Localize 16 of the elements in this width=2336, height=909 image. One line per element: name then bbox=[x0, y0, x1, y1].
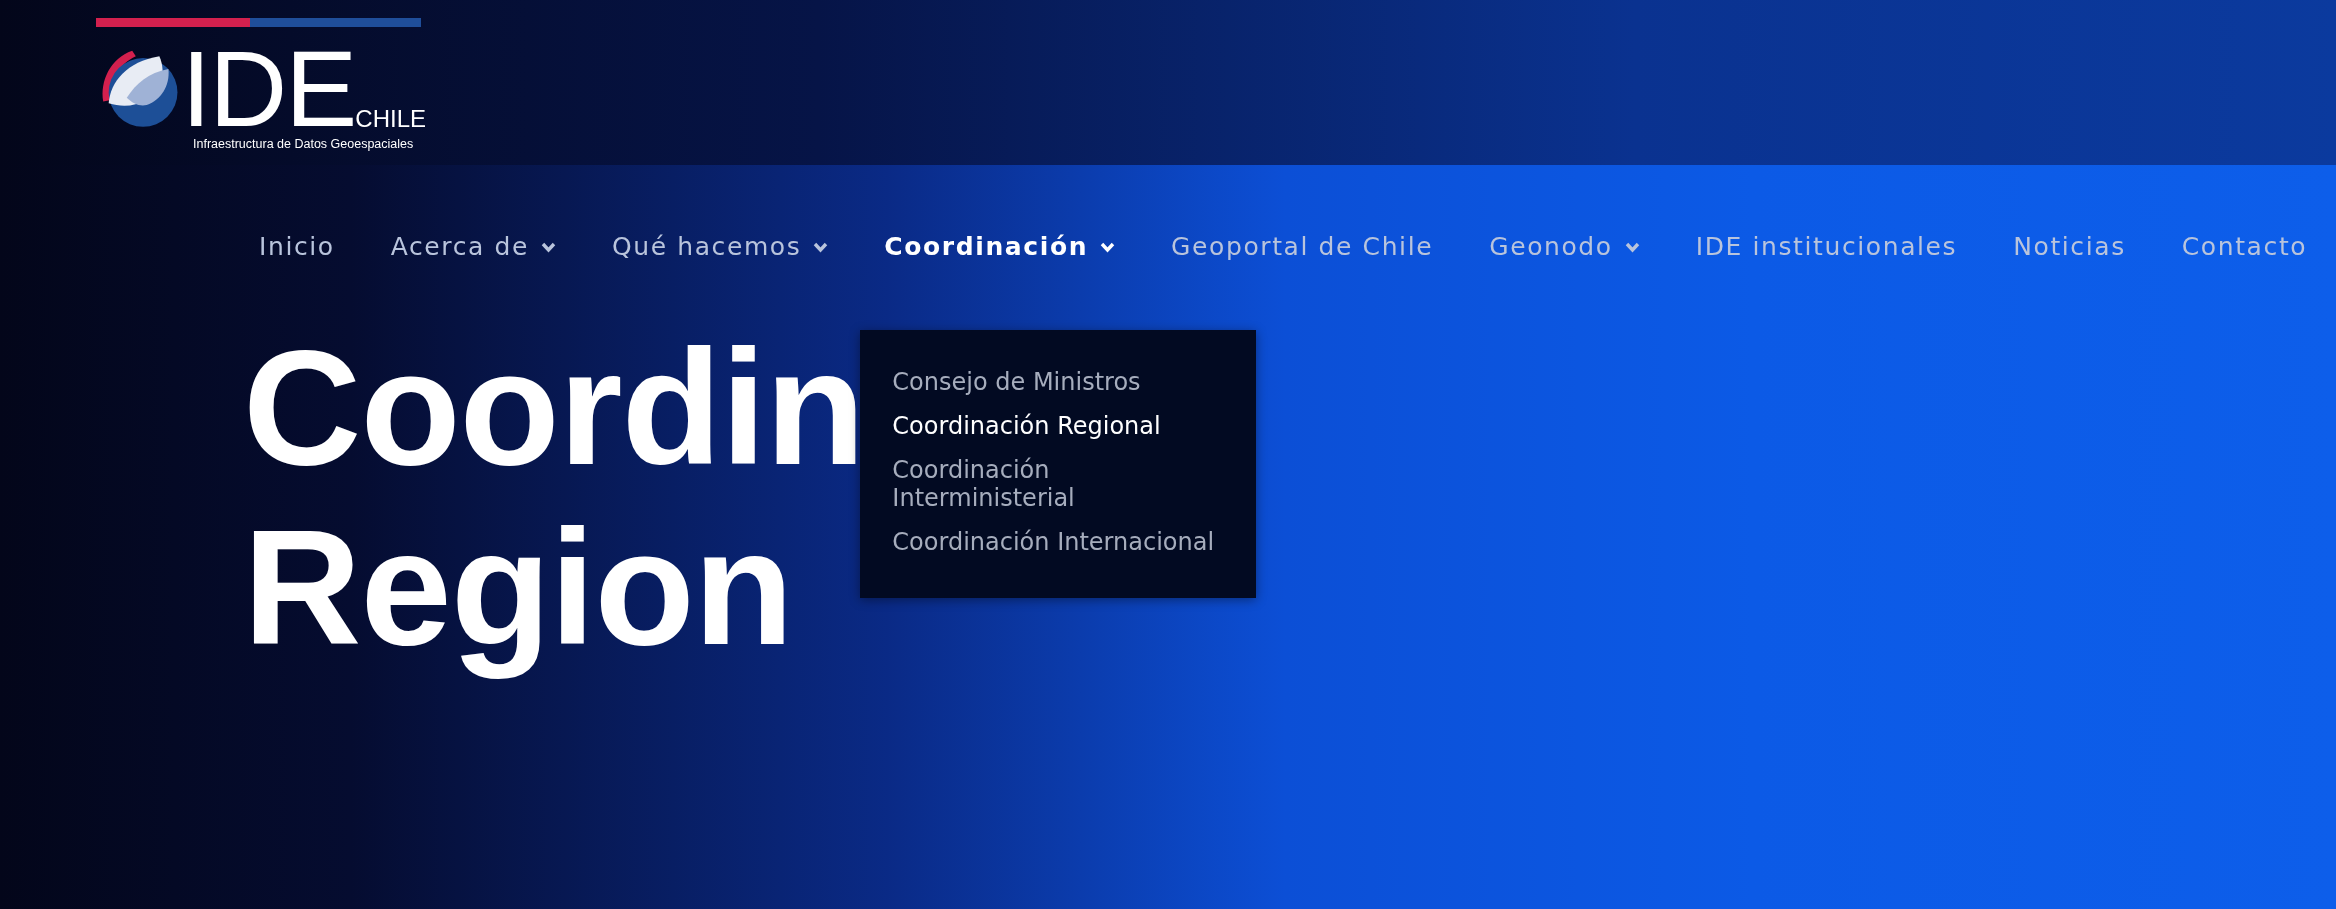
page-heading: Coordin bbox=[243, 318, 865, 498]
nav-link[interactable]: Coordinación bbox=[884, 225, 1116, 269]
logo-stripe-icon bbox=[96, 18, 421, 27]
logo-wordmark: IDE bbox=[181, 41, 356, 137]
logo-tagline: Infraestructura de Datos Geoespaciales bbox=[193, 137, 415, 151]
nav-link[interactable]: Geoportal de Chile bbox=[1171, 225, 1434, 269]
nav-link[interactable]: Acerca de bbox=[390, 225, 556, 269]
nav-link[interactable]: Geonodo bbox=[1489, 225, 1640, 269]
dropdown-item[interactable]: Coordinación Interministerial bbox=[892, 456, 1223, 512]
dropdown-item[interactable]: Coordinación Regional bbox=[892, 412, 1223, 440]
nav-link[interactable]: Inicio bbox=[259, 225, 335, 269]
dropdown-item[interactable]: Consejo de Ministros bbox=[892, 368, 1223, 396]
logo-country: CHILE bbox=[355, 107, 426, 131]
page-heading: Region bbox=[243, 498, 793, 678]
nav-link[interactable]: Qué hacemos bbox=[611, 225, 829, 269]
dropdown-item[interactable]: Coordinación Internacional bbox=[892, 528, 1223, 556]
